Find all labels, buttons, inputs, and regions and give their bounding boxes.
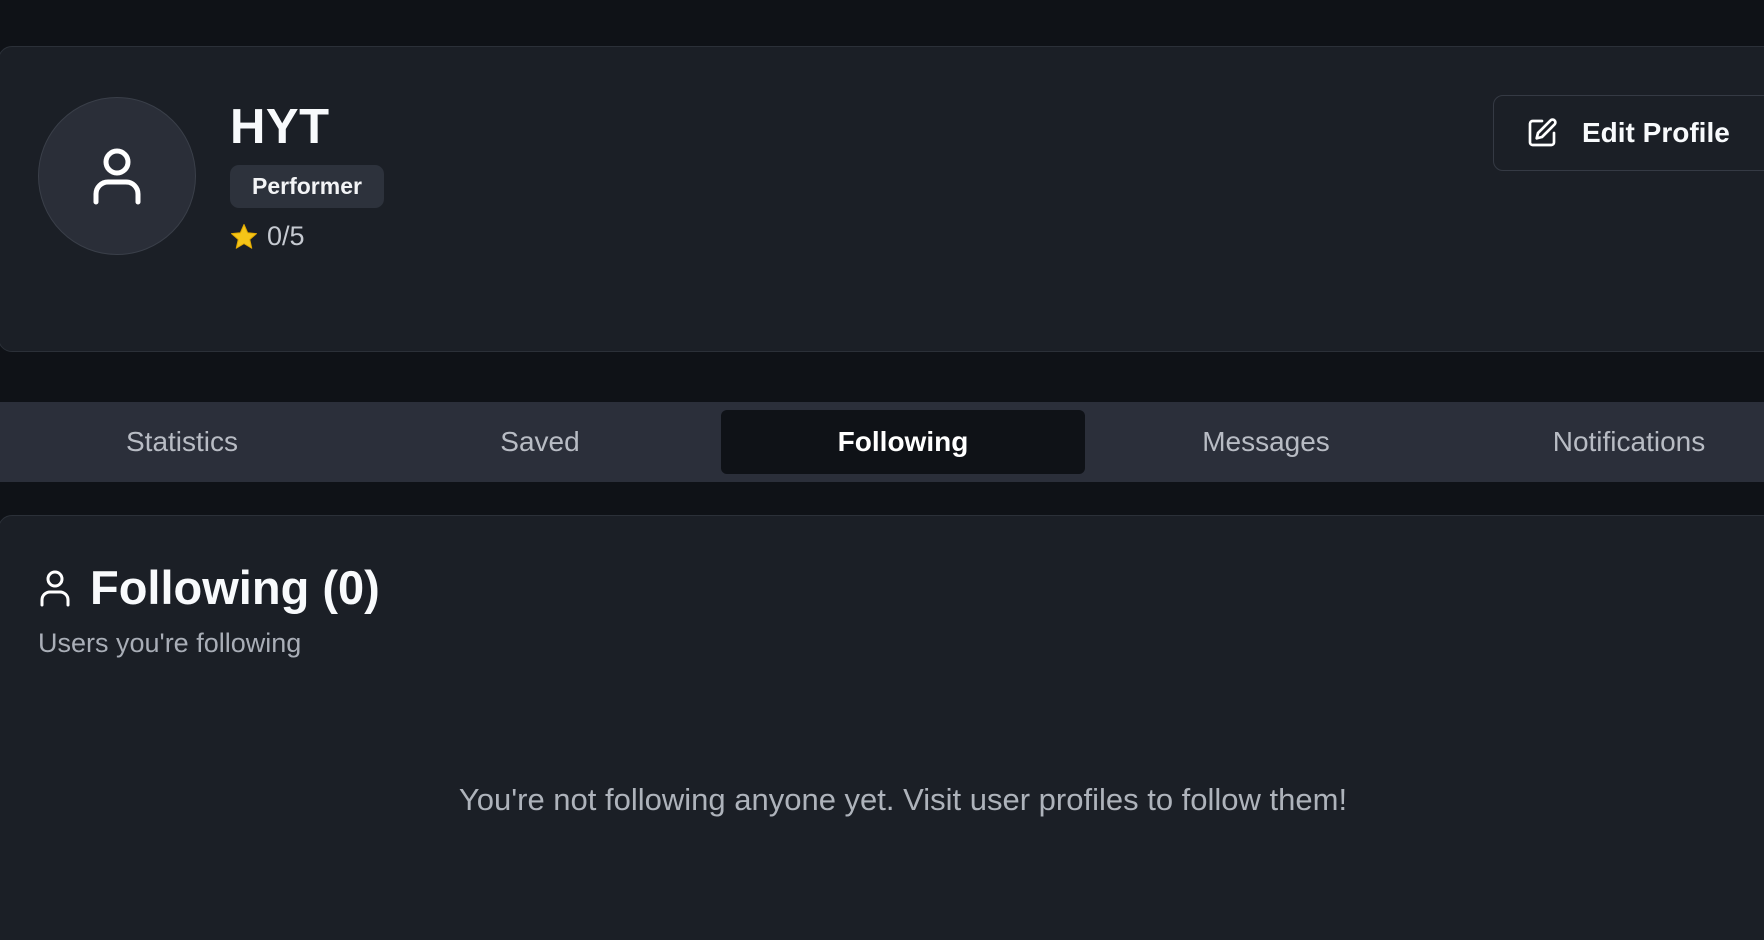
following-card: Following (0) Users you're following You… (0, 515, 1764, 940)
section-title: Following (0) (90, 561, 380, 614)
edit-profile-label: Edit Profile (1582, 117, 1730, 148)
rating: 0/5 (229, 221, 305, 252)
profile-name: HYT (230, 100, 330, 154)
tab-bar: Statistics Saved Following Messages Noti… (0, 402, 1764, 482)
star-icon (231, 223, 257, 249)
user-icon (40, 570, 70, 606)
user-icon (93, 148, 141, 205)
tab-following[interactable]: Following (721, 410, 1085, 474)
tab-notifications[interactable]: Notifications (1447, 410, 1764, 474)
profile-card: HYT Performer 0/5 Edit Profile (0, 46, 1764, 352)
empty-state-message: You're not following anyone yet. Visit u… (458, 782, 1348, 817)
section-header: Following (0) (38, 560, 380, 615)
tab-statistics[interactable]: Statistics (0, 410, 364, 474)
edit-profile-button[interactable]: Edit Profile (1493, 95, 1764, 171)
profile-page: HYT Performer 0/5 Edit Profile Statistic… (0, 0, 1764, 940)
rating-value: 0/5 (267, 221, 305, 251)
edit-icon (1528, 118, 1557, 147)
tab-messages[interactable]: Messages (1084, 410, 1448, 474)
tab-saved[interactable]: Saved (358, 410, 722, 474)
role-badge: Performer (230, 165, 384, 208)
section-subtitle: Users you're following (38, 628, 302, 658)
avatar (38, 97, 196, 255)
